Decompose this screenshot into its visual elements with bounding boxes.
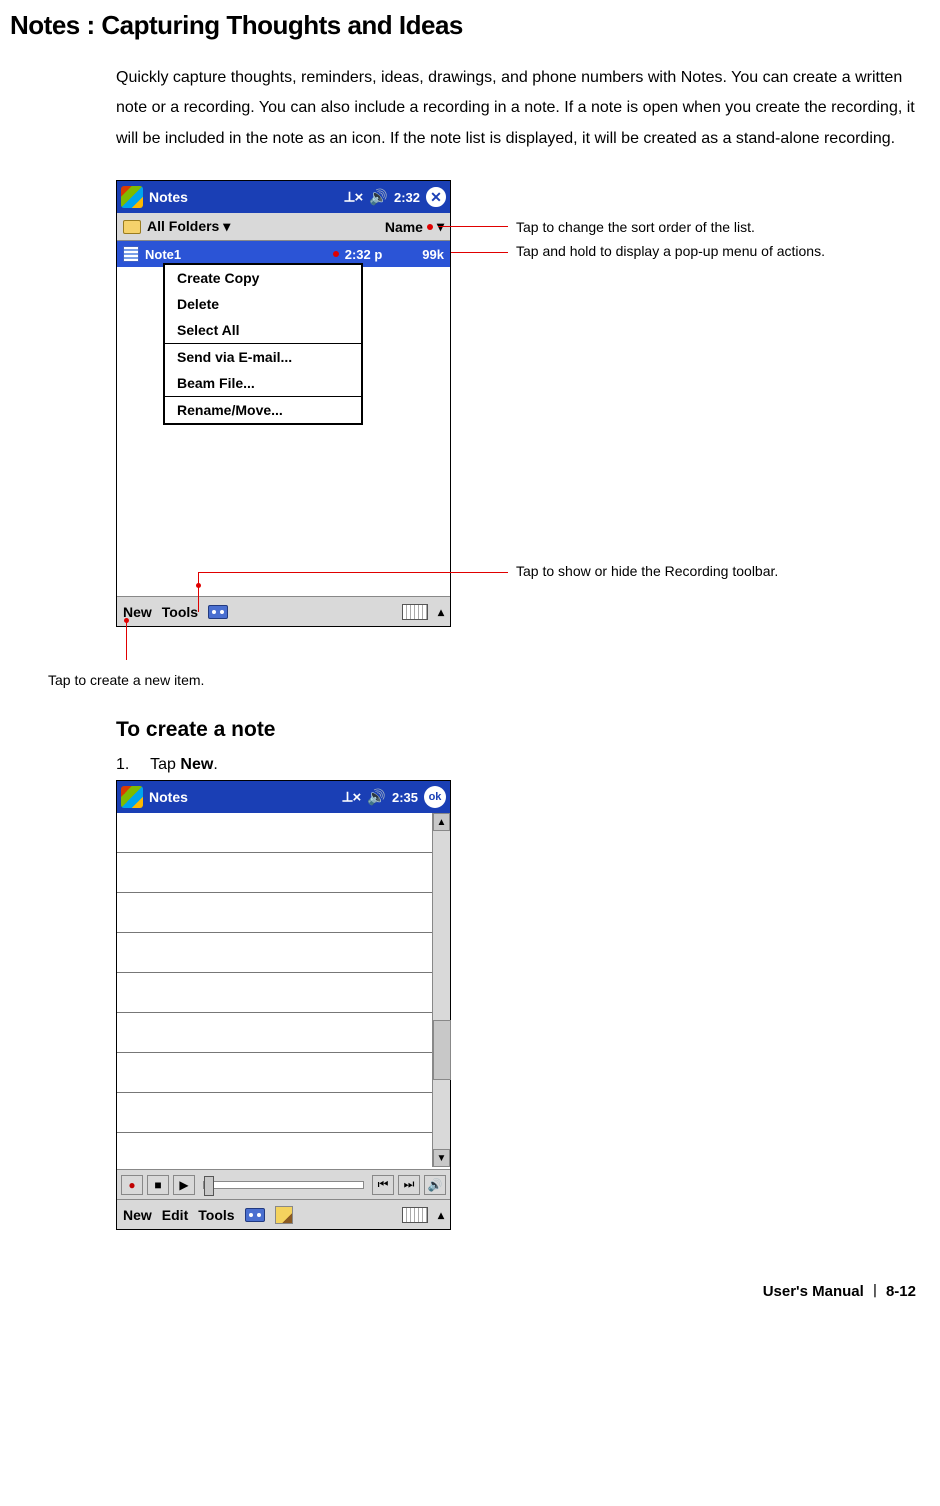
subheading: To create a note bbox=[116, 718, 920, 742]
signal-icon[interactable]: ⟂× bbox=[343, 789, 362, 806]
pen-toggle-icon[interactable] bbox=[275, 1206, 293, 1224]
scroll-up-button[interactable]: ▲ bbox=[433, 813, 450, 831]
menu-send-email[interactable]: Send via E-mail... bbox=[165, 344, 361, 370]
start-flag-icon[interactable] bbox=[121, 186, 143, 208]
bottom-toolbar: New Edit Tools ▴ bbox=[117, 1199, 450, 1229]
folder-sort-bar: All Folders ▾ Name ▾ bbox=[117, 213, 450, 241]
scroll-thumb[interactable] bbox=[433, 1020, 451, 1080]
menu-select-all[interactable]: Select All bbox=[165, 317, 361, 343]
tools-button[interactable]: Tools bbox=[198, 1207, 234, 1223]
callout-dot-icon bbox=[333, 251, 339, 257]
note-name: Note1 bbox=[145, 247, 181, 262]
volume-button[interactable]: 🔊 bbox=[424, 1175, 446, 1195]
clock: 2:32 bbox=[394, 190, 420, 205]
prev-button[interactable]: ⏮ bbox=[372, 1175, 394, 1195]
note-canvas[interactable] bbox=[117, 813, 432, 1167]
play-button[interactable]: ▶ bbox=[173, 1175, 195, 1195]
new-button[interactable]: New bbox=[123, 1207, 152, 1223]
sort-dropdown[interactable]: Name ▾ bbox=[385, 218, 444, 235]
tools-button[interactable]: Tools bbox=[162, 604, 198, 620]
menu-delete[interactable]: Delete bbox=[165, 291, 361, 317]
title-bar: Notes ⟂× 🔊 2:35 ok bbox=[117, 781, 450, 813]
callout-hold: Tap and hold to display a pop-up menu of… bbox=[516, 242, 846, 262]
notes-editor-screenshot: Notes ⟂× 🔊 2:35 ok ▲ ▼ ● ■ ▶ ⏮ ⏭ 🔊 New E… bbox=[116, 780, 451, 1230]
scroll-down-button[interactable]: ▼ bbox=[433, 1149, 450, 1167]
sip-arrow-icon[interactable]: ▴ bbox=[438, 605, 444, 619]
bottom-toolbar: New Tools ▴ bbox=[117, 596, 450, 626]
app-title: Notes bbox=[149, 789, 343, 805]
record-button[interactable]: ● bbox=[121, 1175, 143, 1195]
title-bar: Notes ⟂× 🔊 2:32 ✕ bbox=[117, 181, 450, 213]
edit-button[interactable]: Edit bbox=[162, 1207, 188, 1223]
callout-sort: Tap to change the sort order of the list… bbox=[516, 218, 846, 238]
start-flag-icon[interactable] bbox=[121, 786, 143, 808]
recording-toolbar-toggle-icon[interactable] bbox=[208, 605, 228, 619]
signal-icon[interactable]: ⟂× bbox=[345, 189, 364, 206]
note-icon bbox=[123, 246, 139, 262]
sip-arrow-icon[interactable]: ▴ bbox=[438, 1208, 444, 1222]
page-heading: Notes : Capturing Thoughts and Ideas bbox=[10, 10, 920, 41]
callout-line bbox=[198, 572, 199, 612]
note-time: 2:32 p bbox=[345, 247, 383, 262]
menu-rename-move[interactable]: Rename/Move... bbox=[165, 397, 361, 423]
clock: 2:35 bbox=[392, 790, 418, 805]
figure-1: Notes ⟂× 🔊 2:32 ✕ All Folders ▾ Name ▾ N… bbox=[116, 180, 926, 660]
intro-paragraph: Quickly capture thoughts, reminders, ide… bbox=[116, 63, 920, 154]
note-size: 99k bbox=[422, 247, 444, 262]
vertical-scrollbar[interactable]: ▲ ▼ bbox=[432, 813, 450, 1167]
notes-list-screenshot: Notes ⟂× 🔊 2:32 ✕ All Folders ▾ Name ▾ N… bbox=[116, 180, 451, 627]
callout-recbar: Tap to show or hide the Recording toolba… bbox=[516, 562, 846, 582]
playback-slider[interactable] bbox=[203, 1181, 364, 1189]
app-title: Notes bbox=[149, 189, 345, 205]
menu-create-copy[interactable]: Create Copy bbox=[165, 265, 361, 291]
callout-new-item: Tap to create a new item. bbox=[48, 672, 920, 688]
folder-dropdown[interactable]: All Folders ▾ bbox=[147, 218, 230, 235]
callout-line bbox=[438, 226, 508, 227]
stop-button[interactable]: ■ bbox=[147, 1175, 169, 1195]
menu-beam-file[interactable]: Beam File... bbox=[165, 370, 361, 396]
keyboard-icon[interactable] bbox=[402, 604, 428, 620]
volume-icon[interactable]: 🔊 bbox=[369, 188, 388, 206]
callout-line bbox=[198, 572, 508, 573]
page-footer: User's Manual ㅣ 8-12 bbox=[10, 1280, 920, 1301]
callout-line bbox=[451, 252, 508, 253]
next-button[interactable]: ⏭ bbox=[398, 1175, 420, 1195]
callout-line bbox=[126, 618, 127, 660]
ok-button[interactable]: ok bbox=[424, 786, 446, 808]
context-menu: Create Copy Delete Select All Send via E… bbox=[163, 263, 363, 425]
folder-icon[interactable] bbox=[123, 220, 141, 234]
recording-toolbar: ● ■ ▶ ⏮ ⏭ 🔊 bbox=[117, 1169, 450, 1199]
close-button[interactable]: ✕ bbox=[426, 187, 446, 207]
step-1: 1. Tap New. bbox=[116, 756, 920, 774]
recording-toolbar-toggle-icon[interactable] bbox=[245, 1208, 265, 1222]
volume-icon[interactable]: 🔊 bbox=[367, 788, 386, 806]
callout-dot-icon bbox=[427, 224, 433, 230]
keyboard-icon[interactable] bbox=[402, 1207, 428, 1223]
